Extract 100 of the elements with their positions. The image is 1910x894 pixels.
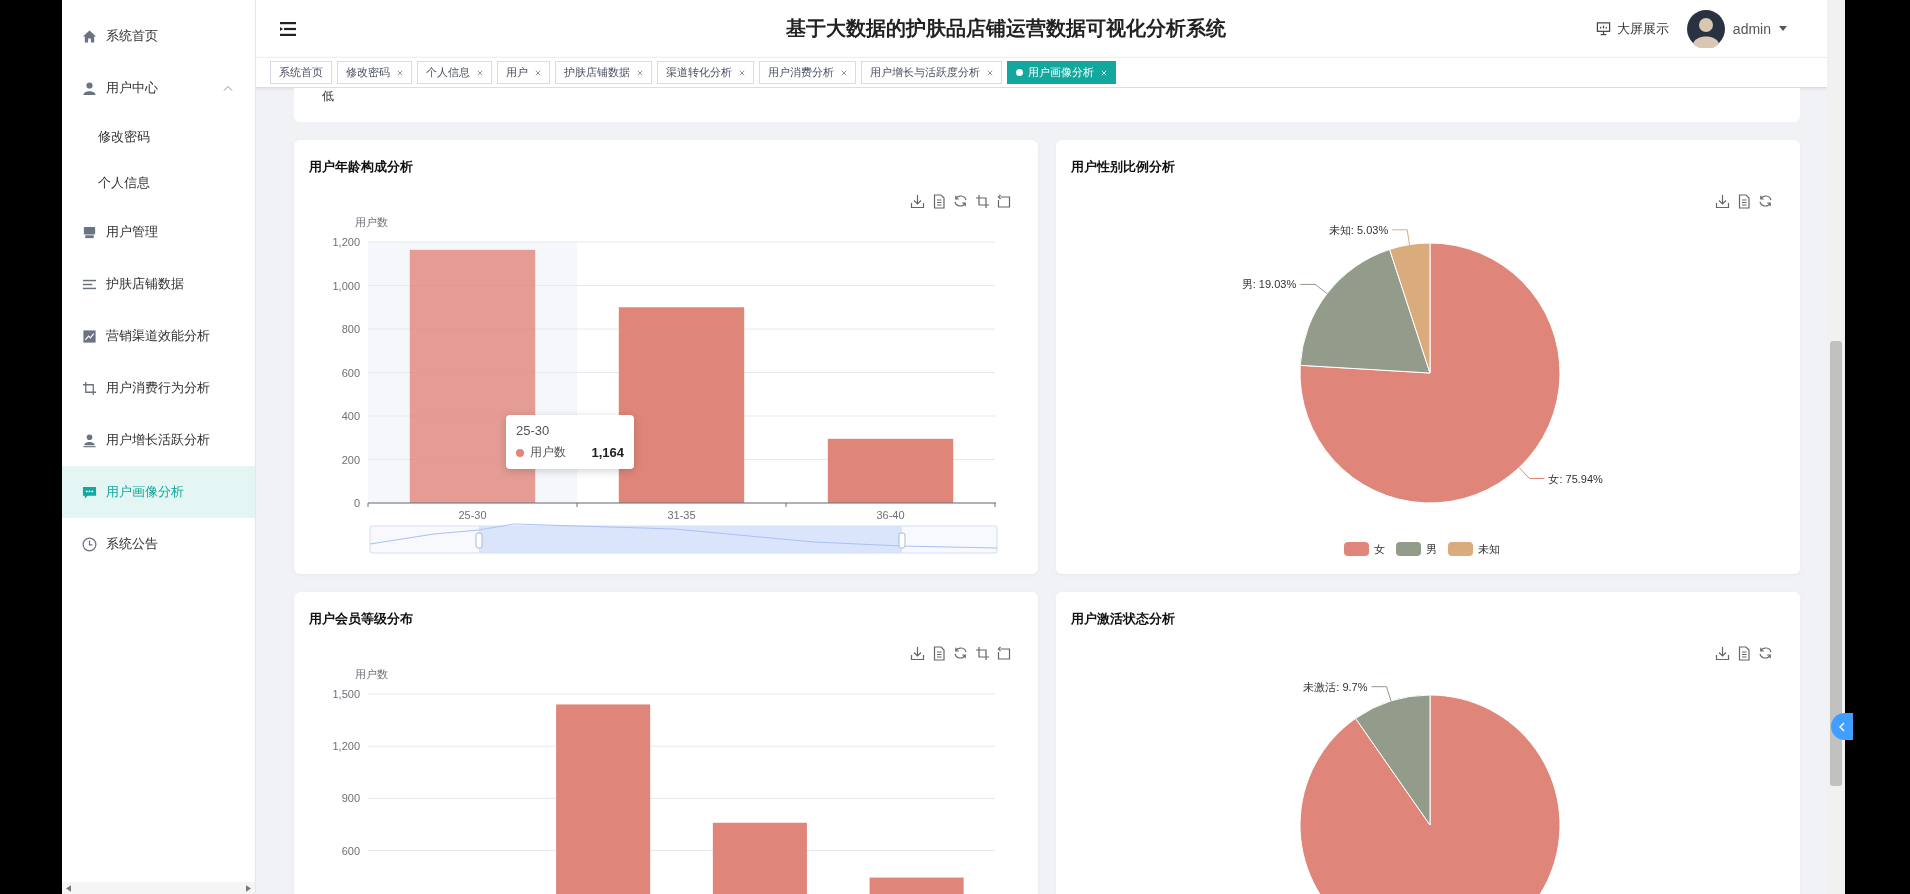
slice-label: 女: 75.94% bbox=[1548, 472, 1603, 485]
leader-line bbox=[1371, 686, 1392, 702]
axis-label: 600 bbox=[341, 844, 360, 857]
tooltip-value: 1,164 bbox=[591, 445, 624, 460]
clock-icon bbox=[82, 536, 97, 552]
sidebar-item[interactable]: 个人信息 bbox=[62, 160, 255, 206]
scroll-left-icon[interactable] bbox=[66, 884, 71, 892]
tab[interactable]: 修改密码 bbox=[337, 61, 412, 84]
user-icon bbox=[82, 80, 97, 96]
tab[interactable]: 系统首页 bbox=[270, 61, 332, 84]
axis-label: 800 bbox=[341, 323, 360, 335]
presentation-icon bbox=[1595, 21, 1611, 36]
close-icon[interactable] bbox=[535, 69, 541, 76]
legend-swatch[interactable] bbox=[1448, 542, 1473, 556]
refresh-icon[interactable] bbox=[954, 195, 967, 207]
home-icon bbox=[82, 28, 97, 44]
close-icon[interactable] bbox=[841, 69, 847, 76]
doc-icon[interactable] bbox=[933, 646, 945, 661]
tab[interactable]: 用户消费分析 bbox=[759, 61, 856, 84]
axis-label: 1,200 bbox=[332, 740, 360, 753]
crop-icon bbox=[82, 380, 97, 396]
crop-icon[interactable] bbox=[975, 194, 990, 209]
axis-label: 900 bbox=[341, 792, 360, 805]
legend-label[interactable]: 未知 bbox=[1478, 543, 1500, 555]
sidebar-item[interactable]: 用户增长活跃分析 bbox=[62, 414, 255, 466]
axis-label: 36-40 bbox=[876, 509, 905, 521]
axis-label: 31-35 bbox=[667, 509, 696, 521]
tab[interactable]: 用户增长与活跃度分析 bbox=[861, 61, 1002, 84]
chevron-icon bbox=[1839, 721, 1845, 732]
legend-label[interactable]: 女 bbox=[1374, 543, 1385, 555]
slice-label: 未激活: 9.7% bbox=[1303, 680, 1368, 693]
legend-label[interactable]: 男 bbox=[1426, 543, 1437, 555]
page-title: 基于大数据的护肤品店铺运营数据可视化分析系统 bbox=[784, 16, 1227, 41]
axis-label: 25-30 bbox=[458, 509, 487, 521]
axis-label: 0 bbox=[353, 497, 360, 509]
slice-label: 男: 19.03% bbox=[1241, 278, 1297, 291]
legend-swatch[interactable] bbox=[1344, 542, 1369, 556]
avatar[interactable] bbox=[1686, 9, 1725, 48]
refresh-icon[interactable] bbox=[1759, 195, 1772, 207]
sidebar-item[interactable]: 护肤店铺数据 bbox=[62, 258, 255, 310]
caret-icon bbox=[1779, 26, 1787, 31]
doc-icon[interactable] bbox=[1738, 194, 1750, 209]
active-dot bbox=[1016, 69, 1023, 76]
chart-title: 用户激活状态分析 bbox=[1070, 610, 1176, 628]
legend-swatch[interactable] bbox=[1396, 542, 1421, 556]
tab[interactable]: 用户 bbox=[497, 61, 550, 84]
axis-label: 1,200 bbox=[332, 236, 360, 248]
scroll-right-icon[interactable] bbox=[246, 884, 251, 892]
store-icon bbox=[82, 224, 97, 240]
scrollbar[interactable] bbox=[62, 882, 255, 894]
doc-icon[interactable] bbox=[1738, 646, 1750, 661]
axis-label: 1,500 bbox=[332, 688, 360, 700]
crop-icon[interactable] bbox=[975, 646, 990, 661]
zoom-slider[interactable] bbox=[369, 523, 998, 554]
sidebar-item[interactable]: 用户管理 bbox=[62, 206, 255, 258]
axis-label: 1,000 bbox=[332, 279, 360, 292]
axis-label: 400 bbox=[341, 410, 360, 422]
tab[interactable]: 渠道转化分析 bbox=[657, 61, 754, 84]
restore-icon[interactable] bbox=[997, 194, 1011, 208]
restore-icon[interactable] bbox=[997, 646, 1011, 660]
close-icon[interactable] bbox=[397, 69, 403, 76]
axis-label: 600 bbox=[341, 366, 360, 379]
sidebar-item[interactable]: 用户消费行为分析 bbox=[62, 362, 255, 414]
axis-title: 用户数 bbox=[354, 668, 388, 680]
chart-icon bbox=[82, 328, 97, 344]
chart-title: 用户年龄构成分析 bbox=[308, 158, 414, 176]
refresh-icon[interactable] bbox=[1759, 647, 1772, 659]
user-menu[interactable]: admin bbox=[1732, 20, 1787, 37]
chart-title: 用户会员等级分布 bbox=[308, 610, 414, 628]
close-icon[interactable] bbox=[477, 69, 483, 76]
axis-title: 用户数 bbox=[354, 216, 388, 228]
download-icon[interactable] bbox=[1715, 646, 1730, 661]
chat-icon bbox=[82, 484, 97, 500]
person-icon bbox=[82, 432, 97, 448]
download-icon[interactable] bbox=[910, 194, 925, 209]
download-icon[interactable] bbox=[1715, 194, 1730, 209]
sidebar-item[interactable]: 修改密码 bbox=[62, 114, 255, 160]
refresh-icon[interactable] bbox=[954, 647, 967, 659]
tab[interactable]: 个人信息 bbox=[417, 61, 492, 84]
close-icon[interactable] bbox=[987, 69, 993, 76]
sidebar-item[interactable]: 营销渠道效能分析 bbox=[62, 310, 255, 362]
menu-icon[interactable] bbox=[280, 21, 296, 36]
download-icon[interactable] bbox=[910, 646, 925, 661]
level-text: 低 bbox=[322, 88, 334, 105]
axis-label: 200 bbox=[341, 453, 360, 466]
scrollbar[interactable] bbox=[1827, 0, 1845, 894]
sidebar-item[interactable]: 用户中心 bbox=[62, 62, 255, 114]
tooltip-title: 25-30 bbox=[516, 423, 551, 438]
big-screen-button[interactable]: 大屏展示 bbox=[1595, 19, 1669, 38]
close-icon[interactable] bbox=[637, 69, 643, 76]
sidebar-item[interactable]: 系统公告 bbox=[62, 518, 255, 570]
leader-line bbox=[1518, 467, 1545, 479]
series-name: 用户数 bbox=[530, 444, 566, 461]
sidebar-item[interactable]: 系统首页 bbox=[62, 10, 255, 62]
leader-line bbox=[1391, 229, 1411, 246]
leader-line bbox=[1299, 283, 1328, 295]
slice-label: 未知: 5.03% bbox=[1328, 223, 1389, 236]
close-icon[interactable] bbox=[739, 69, 745, 76]
doc-icon[interactable] bbox=[933, 194, 945, 209]
tab[interactable]: 护肤店铺数据 bbox=[555, 61, 652, 84]
